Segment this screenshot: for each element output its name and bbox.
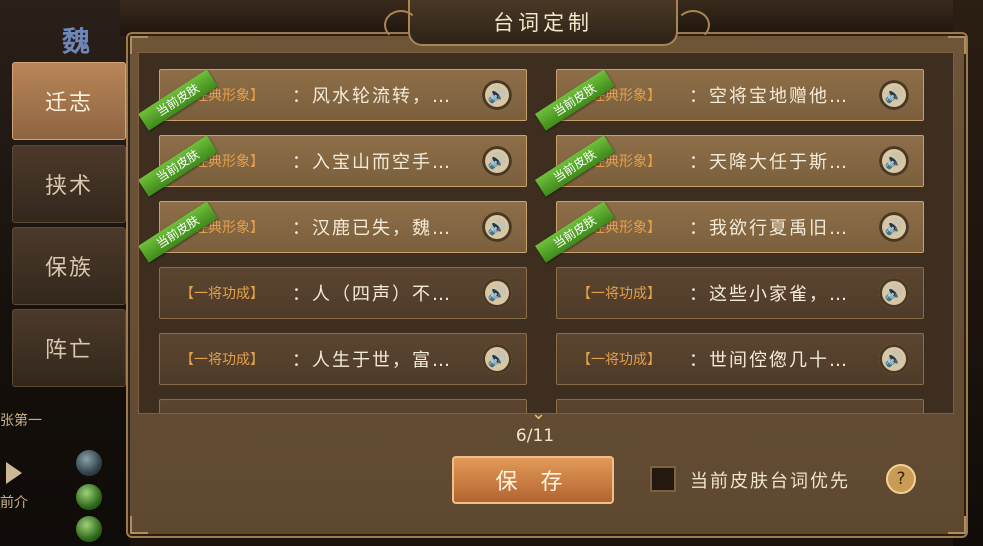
dialog-title-plate: 台词定制 <box>408 0 678 46</box>
skill-orb-icon <box>76 516 102 542</box>
voice-line-card[interactable]: 【一将功成】 ：人（四声）不… 🔊 <box>159 267 527 319</box>
voice-line-card[interactable]: 【经典形象】 ：风水轮流转，… 🔊 当前皮肤 <box>139 69 527 131</box>
speaker-icon[interactable]: 🔊 <box>879 344 909 374</box>
tab-qianzhi[interactable]: 迁志 <box>12 62 126 140</box>
voice-line-card[interactable]: 【经典形象】 ：我欲行夏禹旧… 🔊 当前皮肤 <box>535 201 924 263</box>
title-ornament <box>676 10 710 40</box>
tab-baozu[interactable]: 保族 <box>12 227 126 305</box>
current-skin-priority-label: 当前皮肤台词优先 <box>690 471 850 492</box>
speaker-icon[interactable]: 🔊 <box>482 344 512 374</box>
voice-line-text: ：风水轮流转，… <box>292 86 452 107</box>
voice-line-card[interactable]: 【经典形象】 ：入宝山而空手… 🔊 当前皮肤 <box>139 135 527 197</box>
voice-line-text: ：入宝山而空手… <box>292 152 452 173</box>
tab-zhenwang[interactable]: 阵亡 <box>12 309 126 387</box>
panel-corner-ornament <box>130 516 148 534</box>
faction-label: 魏 <box>62 25 91 58</box>
tab-xieshu[interactable]: 挟术 <box>12 145 126 223</box>
speaker-icon[interactable]: 🔊 <box>482 212 512 242</box>
voice-line-card-partial[interactable] <box>159 399 527 413</box>
current-skin-ribbon: 当前皮肤 <box>535 69 637 131</box>
voice-line-text: ：人（四声）不… <box>292 284 452 305</box>
speaker-icon[interactable]: 🔊 <box>482 278 512 308</box>
save-button-label: 保 存 <box>495 470 571 495</box>
speaker-icon[interactable]: 🔊 <box>879 80 909 110</box>
voice-line-text: ：汉鹿已失，魏… <box>292 218 452 239</box>
speaker-icon[interactable]: 🔊 <box>879 278 909 308</box>
tab-label: 保族 <box>44 256 93 281</box>
dialog-title: 台词定制 <box>493 11 593 35</box>
save-button[interactable]: 保 存 <box>452 456 614 504</box>
voice-line-card[interactable]: 【一将功成】 ：人生于世，富… 🔊 <box>159 333 527 385</box>
skin-tag: 【一将功成】 <box>180 352 264 368</box>
voice-line-card[interactable]: 【经典形象】 ：汉鹿已失，魏… 🔊 当前皮肤 <box>139 201 527 263</box>
voice-line-text: ：空将宝地赠他… <box>689 86 849 107</box>
voice-line-card[interactable]: 【经典形象】 ：天降大任于斯… 🔊 当前皮肤 <box>535 135 924 197</box>
voice-line-text: ：这些小家雀，… <box>689 284 849 305</box>
page-counter: 6/11 <box>515 426 555 446</box>
scroll-down-chevron-icon[interactable]: ⌄ <box>531 403 546 424</box>
voice-line-card[interactable]: 【一将功成】 ：这些小家雀，… 🔊 <box>556 267 924 319</box>
current-skin-ribbon: 当前皮肤 <box>535 135 637 197</box>
skin-tag: 【一将功成】 <box>577 352 661 368</box>
voice-line-card[interactable]: 【经典形象】 ：空将宝地赠他… 🔊 当前皮肤 <box>535 69 924 131</box>
speaker-icon[interactable]: 🔊 <box>482 80 512 110</box>
voice-line-list[interactable]: 【经典形象】 ：风水轮流转，… 🔊 当前皮肤 【经典形象】 ：入宝山而空手… 🔊… <box>138 52 954 414</box>
current-skin-ribbon: 当前皮肤 <box>139 69 240 131</box>
speaker-icon[interactable]: 🔊 <box>879 146 909 176</box>
voice-line-text: ：世间倥偬几十… <box>689 350 849 371</box>
panel-corner-ornament <box>948 516 966 534</box>
title-ornament <box>384 10 418 40</box>
voice-line-text: ：人生于世，富… <box>292 350 452 371</box>
voice-line-text: ：天降大任于斯… <box>689 152 849 173</box>
skin-tag: 【一将功成】 <box>180 286 264 302</box>
tab-label: 迁志 <box>44 91 93 116</box>
skill-orb-icon <box>76 450 102 476</box>
voice-line-card[interactable]: 【一将功成】 ：世间倥偬几十… 🔊 <box>556 333 924 385</box>
current-skin-ribbon: 当前皮肤 <box>139 135 240 197</box>
tab-label: 阵亡 <box>44 338 93 363</box>
current-skin-ribbon: 当前皮肤 <box>139 201 240 263</box>
voice-line-card-partial[interactable] <box>556 399 924 413</box>
tab-label: 挟术 <box>44 174 93 199</box>
help-icon: ? <box>896 469 906 489</box>
speaker-icon[interactable]: 🔊 <box>879 212 909 242</box>
speaker-icon[interactable]: 🔊 <box>482 146 512 176</box>
skin-tag: 【一将功成】 <box>577 286 661 302</box>
skill-orb-icon <box>76 484 102 510</box>
background-text-fragment: 张第一 <box>0 413 42 429</box>
play-icon[interactable] <box>6 462 22 484</box>
current-skin-ribbon: 当前皮肤 <box>535 201 637 263</box>
current-skin-priority-checkbox[interactable] <box>650 466 676 492</box>
background-text-fragment: 前介 <box>0 495 28 511</box>
help-button[interactable]: ? <box>886 464 916 494</box>
voice-line-text: ：我欲行夏禹旧… <box>689 218 849 239</box>
